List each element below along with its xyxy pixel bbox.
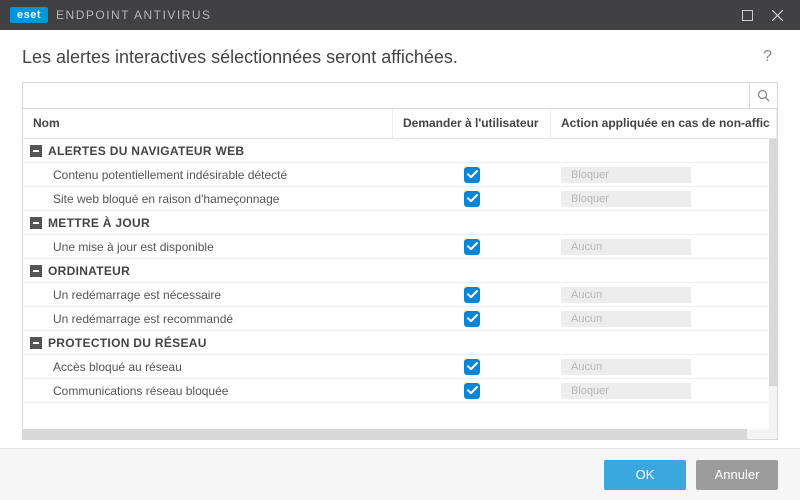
ask-user-checkbox[interactable] [464, 191, 480, 207]
ask-user-checkbox[interactable] [464, 383, 480, 399]
table-row: Accès bloqué au réseau Aucun [23, 355, 777, 379]
group-row[interactable]: PROTECTION DU RÉSEAU [23, 331, 777, 355]
alerts-table: Nom Demander à l'utilisateur Action appl… [22, 108, 778, 440]
group-label: ALERTES DU NAVIGATEUR WEB [48, 144, 244, 158]
alert-name: Un redémarrage est recommandé [23, 312, 393, 326]
alert-name: Une mise à jour est disponible [23, 240, 393, 254]
group-row[interactable]: ORDINATEUR [23, 259, 777, 283]
dialog-footer: OK Annuler [0, 448, 800, 500]
table-row: Site web bloqué en raison d'hameçonnage B… [23, 187, 777, 211]
ask-user-checkbox[interactable] [464, 287, 480, 303]
horizontal-scrollbar[interactable] [23, 429, 777, 439]
table-row: Un redémarrage est recommandé Aucun [23, 307, 777, 331]
action-select[interactable]: Aucun [561, 239, 691, 255]
action-select[interactable]: Bloquer [561, 191, 691, 207]
alert-name: Contenu potentiellement indésirable déte… [23, 168, 393, 182]
group-label: METTRE À JOUR [48, 216, 150, 230]
column-header-action[interactable]: Action appliquée en cas de non-affic [551, 109, 777, 138]
search-bar [22, 82, 778, 108]
ask-user-checkbox[interactable] [464, 311, 480, 327]
table-header: Nom Demander à l'utilisateur Action appl… [23, 109, 777, 139]
ask-user-checkbox[interactable] [464, 359, 480, 375]
search-icon[interactable] [749, 83, 777, 108]
table-row: Une mise à jour est disponible Aucun [23, 235, 777, 259]
ask-user-checkbox[interactable] [464, 167, 480, 183]
collapse-icon[interactable] [30, 265, 42, 277]
column-header-name[interactable]: Nom [23, 109, 393, 138]
action-select[interactable]: Bloquer [561, 167, 691, 183]
table-row: Contenu potentiellement indésirable déte… [23, 163, 777, 187]
alert-name: Communications réseau bloquée [23, 384, 393, 398]
vertical-scrollbar[interactable] [769, 139, 777, 429]
table-body: ALERTES DU NAVIGATEUR WEB Contenu potenti… [23, 139, 777, 429]
column-header-ask[interactable]: Demander à l'utilisateur [393, 109, 551, 138]
table-row: Un redémarrage est nécessaire Aucun [23, 283, 777, 307]
help-button[interactable]: ? [757, 44, 778, 70]
action-select[interactable]: Bloquer [561, 383, 691, 399]
group-label: ORDINATEUR [48, 264, 130, 278]
ok-button[interactable]: OK [604, 460, 686, 490]
collapse-icon[interactable] [30, 337, 42, 349]
action-select[interactable]: Aucun [561, 311, 691, 327]
close-button[interactable] [762, 0, 792, 30]
ask-user-checkbox[interactable] [464, 239, 480, 255]
page-title: Les alertes interactives sélectionnées s… [22, 47, 458, 68]
action-select[interactable]: Aucun [561, 359, 691, 375]
table-row: Communications réseau bloquée Bloquer [23, 379, 777, 403]
group-label: PROTECTION DU RÉSEAU [48, 336, 207, 350]
cancel-button[interactable]: Annuler [696, 460, 778, 490]
alert-name: Site web bloqué en raison d'hameçonnage [23, 192, 393, 206]
alert-name: Accès bloqué au réseau [23, 360, 393, 374]
product-name: ENDPOINT ANTIVIRUS [56, 8, 211, 22]
alert-name: Un redémarrage est nécessaire [23, 288, 393, 302]
brand-logo: eset [10, 7, 48, 23]
search-input[interactable] [23, 83, 749, 108]
dialog-header: Les alertes interactives sélectionnées s… [0, 30, 800, 82]
group-row[interactable]: ALERTES DU NAVIGATEUR WEB [23, 139, 777, 163]
collapse-icon[interactable] [30, 217, 42, 229]
maximize-button[interactable] [732, 0, 762, 30]
collapse-icon[interactable] [30, 145, 42, 157]
action-select[interactable]: Aucun [561, 287, 691, 303]
titlebar: eset ENDPOINT ANTIVIRUS [0, 0, 800, 30]
group-row[interactable]: METTRE À JOUR [23, 211, 777, 235]
content-area: Nom Demander à l'utilisateur Action appl… [0, 82, 800, 448]
